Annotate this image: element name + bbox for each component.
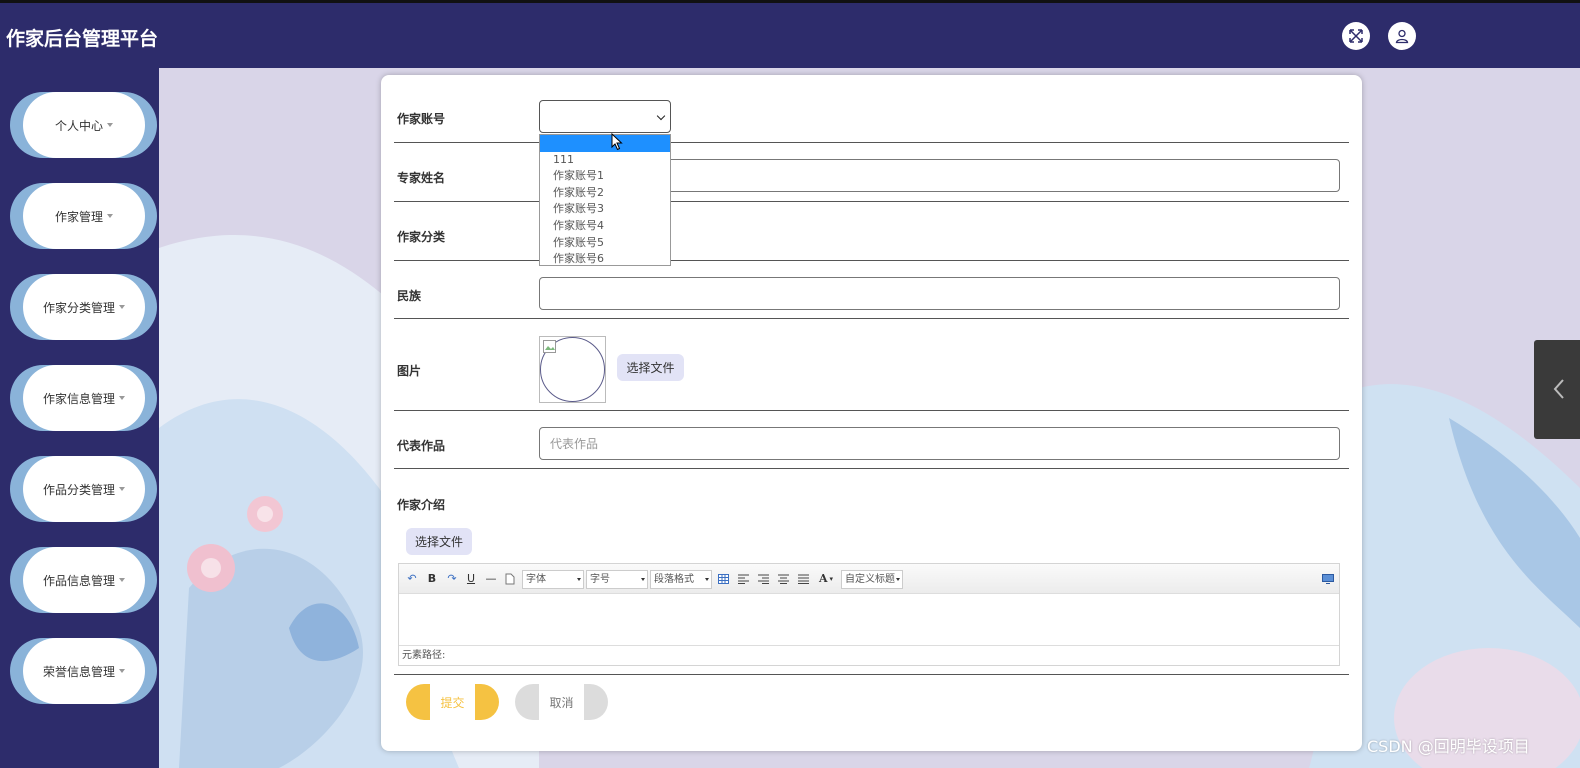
divider [394, 142, 1349, 143]
custom-title-label: 自定义标题 [845, 574, 895, 585]
caret-down-icon [119, 578, 125, 582]
rich-text-editor: ↶ B ↷ U — 字体 字号 段落格式 A ▾ 自定义标题 元素路径: [398, 563, 1340, 666]
sidebar-item-label: 作家信息管理 [42, 391, 115, 406]
dropdown-option[interactable] [540, 135, 670, 152]
cancel-label: 取消 [539, 684, 584, 720]
paragraph-format-select[interactable]: 段落格式 [650, 570, 712, 589]
mouse-cursor-icon [611, 133, 623, 151]
sidebar: 个人中心 作家管理 作家分类管理 作家信息管理 作品分类管理 作品信息管理 荣誉… [0, 68, 159, 768]
paragraph-format-label: 段落格式 [654, 574, 694, 585]
submit-label: 提交 [430, 684, 475, 720]
account-label: 作家账号 [397, 112, 446, 126]
font-size-label: 字号 [590, 574, 610, 585]
image-label: 图片 [397, 364, 422, 378]
caret-down-icon [107, 123, 113, 127]
divider [394, 318, 1349, 319]
divider [394, 674, 1349, 675]
divider [394, 201, 1349, 202]
custom-title-select[interactable]: 自定义标题 [841, 570, 903, 589]
watermark-text: CSDN @回明毕设项目 [1367, 737, 1530, 756]
sidebar-item-label: 作家管理 [54, 209, 103, 224]
works-input[interactable] [539, 427, 1340, 460]
cancel-button[interactable]: 取消 [515, 684, 608, 720]
caret-down-icon [119, 396, 125, 400]
dropdown-option[interactable]: 作家账号5 [540, 235, 670, 252]
editor-content-area[interactable] [399, 595, 1339, 645]
horizontal-rule-icon[interactable]: — [485, 571, 497, 586]
sidebar-item-writer-management[interactable]: 作家管理 [10, 183, 157, 249]
underline-icon[interactable]: U [465, 571, 477, 586]
app-title: 作家后台管理平台 [6, 28, 159, 50]
sidebar-item-personal-center[interactable]: 个人中心 [10, 92, 157, 158]
dropdown-option[interactable]: 作家账号1 [540, 168, 670, 185]
table-icon[interactable] [717, 571, 729, 586]
top-header: 作家后台管理平台 [0, 0, 1580, 68]
caret-down-icon [641, 578, 645, 581]
fullscreen-editor-icon[interactable] [1321, 571, 1335, 586]
user-button[interactable] [1388, 22, 1416, 50]
fullscreen-button[interactable] [1342, 22, 1370, 50]
caret-down-icon [896, 578, 900, 581]
caret-down-icon [107, 214, 113, 218]
sidebar-item-work-category[interactable]: 作品分类管理 [10, 456, 157, 522]
name-label: 专家姓名 [397, 171, 446, 185]
font-color-icon[interactable]: A ▾ [817, 571, 835, 586]
user-icon [1395, 29, 1409, 44]
expand-icon [1349, 29, 1363, 43]
sidebar-item-label: 个人中心 [54, 118, 103, 133]
form-panel: 作家账号 专家姓名 作家分类 民族 图片 选择文件 代表作品 作家介绍 选择文件… [381, 75, 1362, 751]
align-center-icon[interactable] [777, 571, 789, 586]
intro-label: 作家介绍 [397, 498, 446, 512]
image-choose-file-button[interactable]: 选择文件 [617, 354, 684, 381]
dropdown-option[interactable]: 作家账号2 [540, 185, 670, 202]
sidebar-item-label: 作家分类管理 [42, 300, 115, 315]
intro-choose-file-button[interactable]: 选择文件 [406, 528, 472, 555]
sidebar-item-label: 作品分类管理 [42, 482, 115, 497]
submit-button[interactable]: 提交 [406, 684, 499, 720]
sidebar-item-writer-info[interactable]: 作家信息管理 [10, 365, 157, 431]
divider [394, 260, 1349, 261]
divider [394, 468, 1349, 469]
caret-down-icon [705, 578, 709, 581]
element-path-bar: 元素路径: [399, 645, 1339, 665]
sidebar-item-label: 作品信息管理 [42, 573, 115, 588]
caret-down-icon [119, 669, 125, 673]
chevron-left-icon [1553, 379, 1564, 399]
editor-toolbar: ↶ B ↷ U — 字体 字号 段落格式 A ▾ 自定义标题 [399, 564, 1339, 594]
caret-down-icon [577, 578, 581, 581]
font-size-select[interactable]: 字号 [586, 570, 648, 589]
bold-icon[interactable]: B [426, 571, 438, 586]
caret-down-icon [119, 305, 125, 309]
divider [394, 410, 1349, 411]
ethnicity-input[interactable] [539, 277, 1340, 310]
sidebar-item-honor-info[interactable]: 荣誉信息管理 [10, 638, 157, 704]
sidebar-item-writer-category[interactable]: 作家分类管理 [10, 274, 157, 340]
font-family-select[interactable]: 字体 [522, 570, 584, 589]
works-label: 代表作品 [397, 439, 446, 453]
caret-down-icon [119, 487, 125, 491]
category-label: 作家分类 [397, 230, 446, 244]
page-icon[interactable] [504, 571, 516, 586]
align-justify-icon[interactable] [797, 571, 809, 586]
dropdown-option[interactable]: 111 [540, 152, 670, 169]
align-left-icon[interactable] [737, 571, 749, 586]
sidebar-item-work-info[interactable]: 作品信息管理 [10, 547, 157, 613]
image-preview [539, 336, 606, 403]
account-dropdown-list: 111 作家账号1 作家账号2 作家账号3 作家账号4 作家账号5 作家账号6 [539, 134, 671, 266]
redo-icon[interactable]: ↷ [445, 571, 459, 586]
undo-icon[interactable]: ↶ [405, 571, 419, 586]
dropdown-option[interactable]: 作家账号4 [540, 218, 670, 235]
sidebar-item-label: 荣誉信息管理 [42, 664, 115, 679]
align-right-icon[interactable] [757, 571, 769, 586]
chevron-down-icon [656, 111, 666, 121]
broken-image-icon [543, 340, 556, 353]
dropdown-option[interactable]: 作家账号3 [540, 201, 670, 218]
dropdown-option[interactable]: 作家账号6 [540, 251, 670, 268]
font-family-label: 字体 [526, 574, 546, 585]
side-drawer-toggle[interactable] [1534, 340, 1580, 439]
account-select[interactable] [539, 100, 671, 133]
ethnicity-label: 民族 [397, 289, 422, 303]
